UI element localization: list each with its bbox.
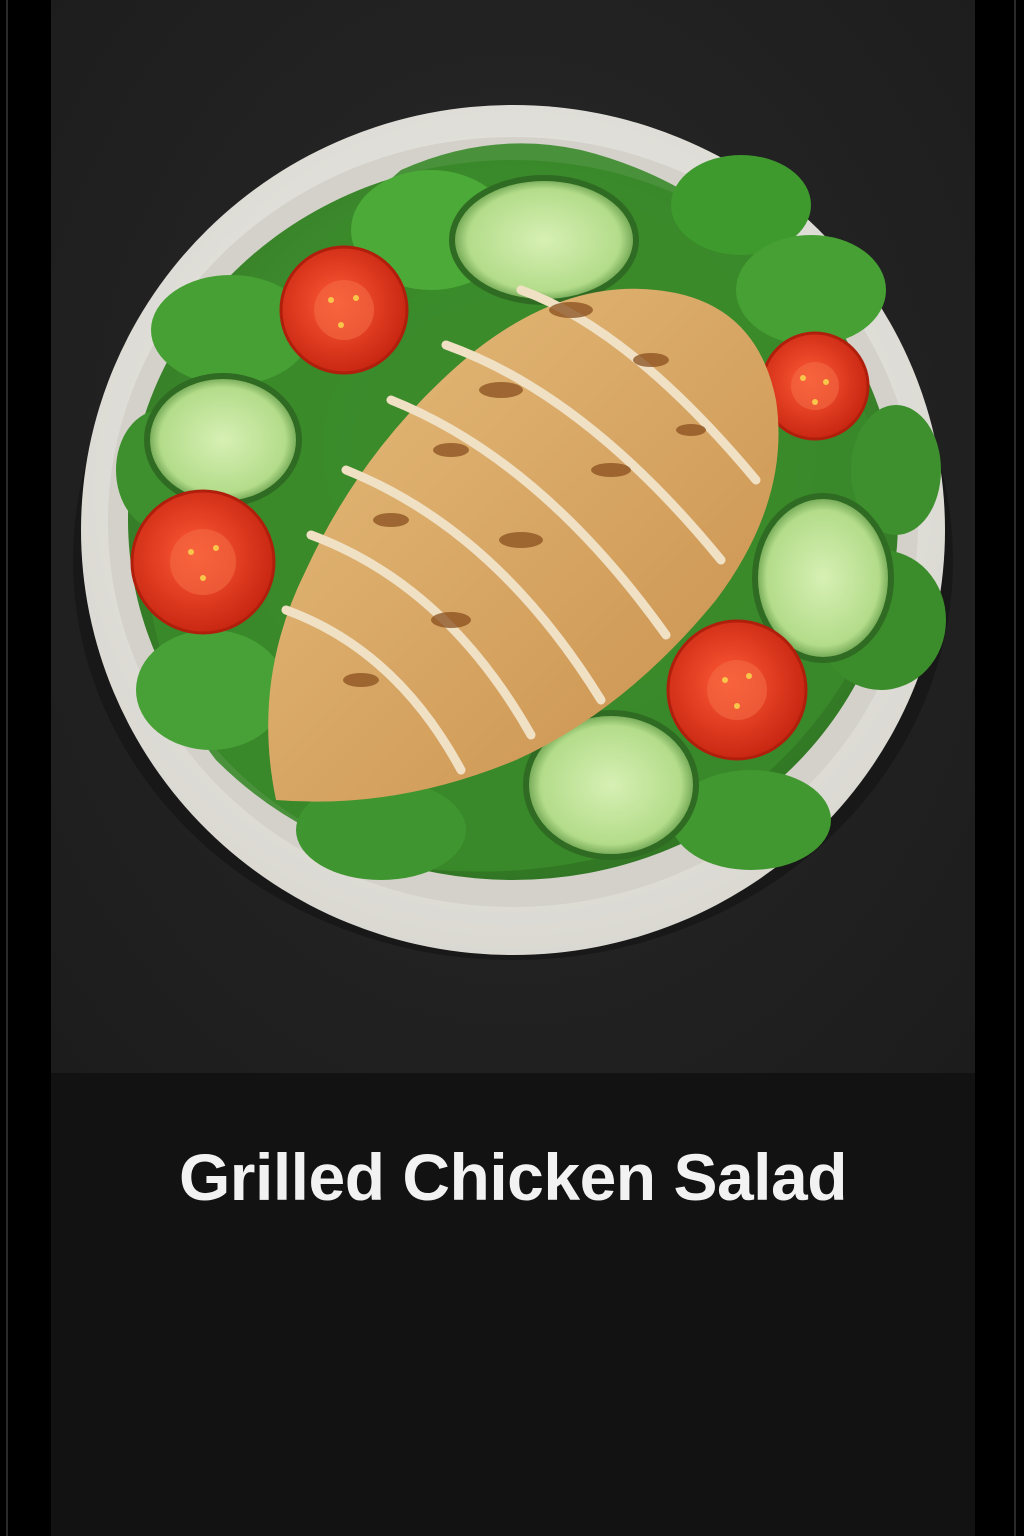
- salad-bowl-illustration: [73, 105, 953, 960]
- bezel-edge-right: [1014, 0, 1016, 1536]
- app-screen: Grilled Chicken Salad: [51, 0, 975, 1536]
- page-title: Grilled Chicken Salad: [178, 1140, 848, 1214]
- device-frame: Grilled Chicken Salad: [0, 0, 1024, 1536]
- caption-panel: Grilled Chicken Salad: [51, 1073, 975, 1536]
- bezel-edge-left: [6, 0, 8, 1536]
- hero-image[interactable]: [51, 0, 975, 1073]
